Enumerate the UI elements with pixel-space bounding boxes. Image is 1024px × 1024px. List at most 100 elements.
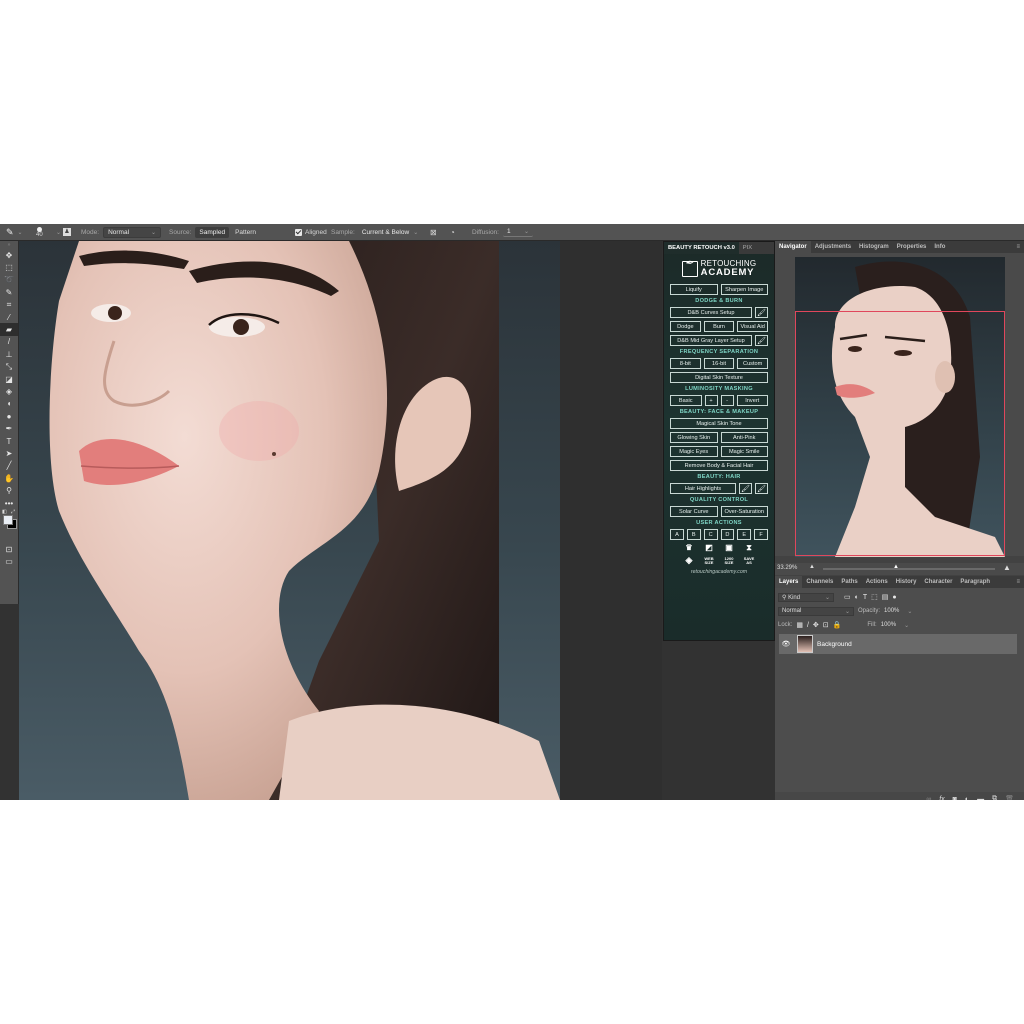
lock-image-icon[interactable]: / [807,622,809,629]
screen-mode-button[interactable]: ▭ [0,556,18,568]
lum-plus-button[interactable]: + [704,395,718,406]
db-midgray-brush-button[interactable]: 🖌 [755,335,768,346]
tool-healing-brush[interactable]: ▰ [0,323,18,336]
panel-grip-icon[interactable]: » [0,241,18,249]
tab-paragraph[interactable]: Paragraph [956,576,994,588]
quick-mask-button[interactable]: ⊡ [0,543,18,555]
user-action-d-button[interactable]: D [720,529,735,540]
fx-icon[interactable]: fx [939,796,944,801]
tab-beauty-retouch[interactable]: BEAUTY RETOUCH v3.0 [664,242,739,254]
tool-eyedropper[interactable]: ⁄ [0,311,18,323]
db-mid-gray-setup-button[interactable]: D&B Mid Gray Layer Setup [670,335,752,346]
aligned-checkbox[interactable]: Aligned [295,224,327,240]
filter-adjustment-icon[interactable]: ◐ [855,594,859,601]
magic-eyes-button[interactable]: Magic Eyes [670,446,718,457]
tool-paint-bucket[interactable]: ◈ [0,385,18,397]
visual-aid-button[interactable]: Visual Aid [737,321,769,332]
tab-navigator[interactable]: Navigator [775,241,811,253]
user-action-b-button[interactable]: B [686,529,701,540]
new-adjustment-icon[interactable]: ◐ [965,796,969,801]
opacity-chevron-icon[interactable]: ⌄ [907,608,912,615]
zoom-slider[interactable] [823,568,995,570]
solar-curve-button[interactable]: Solar Curve [670,506,718,517]
hair-brush-light-button[interactable]: 🖌 [739,483,752,494]
tool-dodge[interactable]: ● [0,410,18,422]
tab-history[interactable]: History [892,576,921,588]
lock-artboard-icon[interactable]: ⊡ [823,621,829,629]
magical-skin-tone-button[interactable]: Magical Skin Tone [670,418,768,429]
tab-histogram[interactable]: Histogram [855,241,893,253]
document-canvas[interactable] [19,241,560,800]
diffusion-select[interactable]: 1 ⌄ [502,227,533,237]
panel-menu-icon[interactable]: ≡ [1016,244,1020,250]
filter-toggle-icon[interactable]: ● [892,594,896,601]
user-action-c-button[interactable]: C [703,529,718,540]
remove-body-facial-hair-button[interactable]: Remove Body & Facial Hair [670,460,768,471]
db-curves-brush-button[interactable]: 🖌 [755,307,768,318]
filter-pixel-icon[interactable]: ▭ [844,593,851,601]
lum-minus-button[interactable]: - [720,395,734,406]
web-size-button[interactable]: WEB SIZE [704,556,715,565]
brush-settings-button[interactable]: ♟ [63,224,71,240]
zoom-in-icon[interactable]: ▲ [1003,563,1011,572]
freq-16bit-button[interactable]: 16-bit [703,358,735,369]
source-sampled-button[interactable]: Sampled [195,226,230,238]
tool-move[interactable]: ✥ [0,249,18,261]
brush-size-picker[interactable]: 40 [36,224,43,240]
glowing-skin-button[interactable]: Glowing Skin [670,432,718,443]
zoom-slider-thumb[interactable]: ▲ [893,564,899,570]
panel-menu-icon[interactable]: ≡ [1016,579,1020,585]
user-action-e-button[interactable]: E [737,529,752,540]
website-link[interactable]: retouchingacademy.com [664,569,774,575]
tab-actions[interactable]: Actions [862,576,892,588]
burn-button[interactable]: Burn [703,321,735,332]
tab-properties[interactable]: Properties [893,241,931,253]
source-pattern-button[interactable]: Pattern [231,227,260,238]
tab-character[interactable]: Character [920,576,956,588]
navigator-view-box[interactable] [795,311,1005,556]
user-action-a-button[interactable]: A [670,529,684,540]
freq-8bit-button[interactable]: 8-bit [670,358,701,369]
blend-mode-select[interactable]: Normal ⌄ [778,606,854,616]
db-curves-setup-button[interactable]: D&B Curves Setup [670,307,752,318]
lock-all-icon[interactable]: 🔒 [833,621,842,629]
tool-marquee[interactable]: ⬚ [0,261,18,273]
user-action-f-button[interactable]: F [754,529,768,540]
eye-visibility-icon[interactable]: 👁 [779,640,793,648]
liquify-button[interactable]: Liquify [670,284,718,295]
hair-highlights-button[interactable]: Hair Highlights [670,483,736,494]
tool-eraser[interactable]: ◪ [0,373,18,385]
tool-crop[interactable]: ⌗ [0,299,18,311]
crown-action-button[interactable]: ♛ [684,543,695,552]
flatten-action-button[interactable]: ⧗ [744,543,755,552]
sample-select[interactable]: Current & Below ⌄ [358,228,422,237]
tool-clone-stamp[interactable]: ⊥ [0,348,18,360]
opacity-value[interactable]: 100% [884,608,899,614]
new-layer-icon[interactable]: ⧉ [992,795,997,800]
tool-line[interactable]: ╱ [0,460,18,472]
link-layers-icon[interactable]: ∞ [926,796,931,801]
zoom-out-icon[interactable]: ▲ [809,564,815,570]
tool-zoom[interactable]: ⚲ [0,484,18,496]
layer-row[interactable]: 👁 Background [779,634,1017,654]
tab-layers[interactable]: Layers [775,576,803,588]
filter-type-icon[interactable]: T [863,594,867,601]
tool-quick-select[interactable]: ✎ [0,286,18,298]
sharpen-image-button[interactable]: Sharpen Image [720,284,768,295]
tool-blur[interactable]: ◖ [0,398,18,410]
tool-hand[interactable]: ✋ [0,472,18,484]
filter-shape-icon[interactable]: ⬚ [871,593,878,601]
save-as-button[interactable]: SAVE AS [744,556,755,565]
lock-position-icon[interactable]: ✥ [813,621,819,629]
pressure-size-button[interactable]: ◔ [450,224,455,240]
magic-smile-button[interactable]: Magic Smile [720,446,768,457]
tool-type[interactable]: T [0,435,18,447]
filter-smart-object-icon[interactable]: ▤ [882,593,889,601]
anti-pink-button[interactable]: Anti-Pink [720,432,768,443]
tool-more[interactable]: ••• [0,497,18,509]
hair-brush-dark-button[interactable]: 🖌 [755,483,768,494]
over-saturation-button[interactable]: Over-Saturation [720,506,768,517]
layer-filter-select[interactable]: ⚲ Kind ⌄ [778,592,834,602]
sharpen-action-button[interactable]: ◩ [704,543,715,552]
tool-pen[interactable]: ✒ [0,422,18,434]
